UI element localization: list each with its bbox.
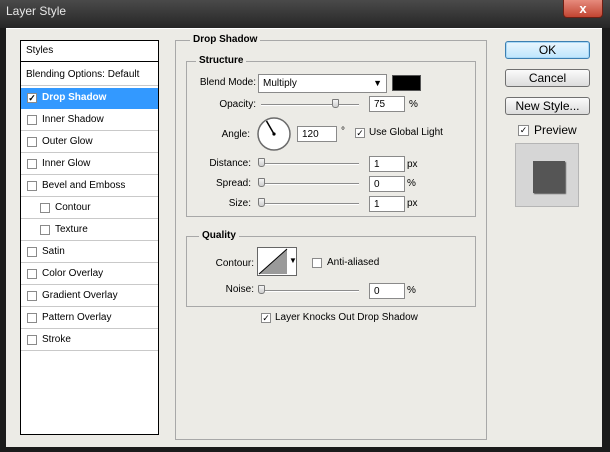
blending-options-item[interactable]: Blending Options: Default [21, 65, 158, 86]
distance-input[interactable] [369, 156, 405, 172]
distance-slider-thumb[interactable] [258, 158, 265, 167]
contour-checkbox[interactable] [40, 203, 50, 213]
drop-shadow-title: Drop Shadow [190, 34, 261, 45]
angle-input[interactable] [297, 126, 337, 142]
style-item-pattern-overlay[interactable]: Pattern Overlay [21, 308, 158, 329]
style-item-inner-glow[interactable]: Inner Glow [21, 154, 158, 175]
shadow-color-swatch[interactable] [392, 75, 421, 91]
drop-shadow-checkbox[interactable]: ✓ [27, 93, 37, 103]
quality-title: Quality [199, 230, 239, 241]
spread-input[interactable] [369, 176, 405, 192]
opacity-slider-thumb[interactable] [331, 99, 339, 108]
style-item-outer-glow[interactable]: Outer Glow [21, 132, 158, 153]
inner-shadow-checkbox[interactable] [27, 115, 37, 125]
title-bar[interactable]: Layer Style x [0, 0, 610, 28]
style-item-gradient-overlay[interactable]: Gradient Overlay [21, 286, 158, 307]
opacity-label: Opacity: [219, 99, 256, 110]
opacity-slider-track[interactable] [261, 104, 359, 106]
close-button[interactable]: x [563, 0, 603, 18]
preview-label: Preview [534, 123, 577, 137]
noise-slider-thumb[interactable] [258, 285, 265, 294]
style-item-stroke[interactable]: Stroke [21, 330, 158, 351]
ok-button[interactable]: OK [505, 41, 590, 59]
stroke-checkbox[interactable] [27, 335, 37, 345]
style-item-satin[interactable]: Satin [21, 242, 158, 263]
structure-title: Structure [196, 55, 247, 66]
spread-slider-track[interactable] [261, 183, 359, 185]
size-input[interactable] [369, 196, 405, 212]
opacity-unit: % [409, 99, 418, 110]
knockout-label: Layer Knocks Out Drop Shadow [275, 312, 418, 323]
spread-slider-thumb[interactable] [258, 178, 265, 187]
contour-curve-icon [258, 248, 288, 275]
preview-checkbox[interactable]: ✓ [518, 125, 529, 136]
style-item-texture[interactable]: Texture [21, 220, 158, 241]
size-slider-track[interactable] [261, 203, 359, 205]
styles-header[interactable]: Styles [21, 41, 158, 62]
global-light-label: Use Global Light [369, 127, 443, 138]
distance-unit: px [407, 159, 418, 170]
anti-aliased-label: Anti-aliased [327, 257, 380, 268]
blend-mode-select[interactable]: Multiply ▼ [258, 74, 387, 93]
global-light-checkbox[interactable]: ✓ [355, 128, 365, 138]
noise-input[interactable] [369, 283, 405, 299]
blend-mode-value: Multiply [263, 78, 297, 89]
contour-label: Contour: [215, 258, 254, 269]
gradient-overlay-checkbox[interactable] [27, 291, 37, 301]
size-slider-thumb[interactable] [258, 198, 265, 207]
angle-label: Angle: [221, 129, 250, 140]
texture-checkbox[interactable] [40, 225, 50, 235]
chevron-down-icon: ▼ [373, 78, 382, 88]
color-overlay-checkbox[interactable] [27, 269, 37, 279]
styles-list: Styles Blending Options: Default ✓ Drop S… [20, 40, 159, 435]
angle-dial[interactable] [256, 116, 292, 152]
knockout-checkbox[interactable]: ✓ [261, 313, 271, 323]
bevel-emboss-checkbox[interactable] [27, 181, 37, 191]
style-item-bevel-emboss[interactable]: Bevel and Emboss [21, 176, 158, 197]
noise-slider-track[interactable] [261, 290, 359, 292]
inner-glow-checkbox[interactable] [27, 159, 37, 169]
noise-unit: % [407, 285, 416, 296]
distance-label: Distance: [209, 158, 251, 169]
contour-picker[interactable]: ▼ [257, 247, 297, 276]
dialog-body: Styles Blending Options: Default ✓ Drop S… [6, 28, 602, 447]
anti-aliased-checkbox[interactable] [312, 258, 322, 268]
pattern-overlay-checkbox[interactable] [27, 313, 37, 323]
blend-mode-label: Blend Mode: [199, 77, 256, 88]
spread-label: Spread: [215, 178, 251, 189]
satin-checkbox[interactable] [27, 247, 37, 257]
style-item-color-overlay[interactable]: Color Overlay [21, 264, 158, 285]
preview-thumbnail [515, 143, 579, 207]
new-style-button[interactable]: New Style... [505, 97, 590, 115]
angle-unit: ° [341, 126, 345, 137]
spread-unit: % [407, 178, 416, 189]
outer-glow-checkbox[interactable] [27, 137, 37, 147]
style-item-inner-shadow[interactable]: Inner Shadow [21, 110, 158, 131]
close-icon: x [579, 1, 587, 16]
contour-chevron-down-icon: ▼ [289, 256, 297, 265]
opacity-input[interactable] [369, 96, 405, 112]
distance-slider-track[interactable] [261, 163, 359, 165]
style-item-contour[interactable]: Contour [21, 198, 158, 219]
size-label: Size: [228, 198, 251, 209]
preview-swatch [533, 161, 565, 193]
size-unit: px [407, 198, 418, 209]
quality-group [186, 236, 476, 307]
cancel-button[interactable]: Cancel [505, 69, 590, 87]
style-item-drop-shadow[interactable]: ✓ Drop Shadow [21, 88, 158, 109]
window-title: Layer Style [6, 4, 67, 18]
noise-label: Noise: [225, 284, 254, 295]
